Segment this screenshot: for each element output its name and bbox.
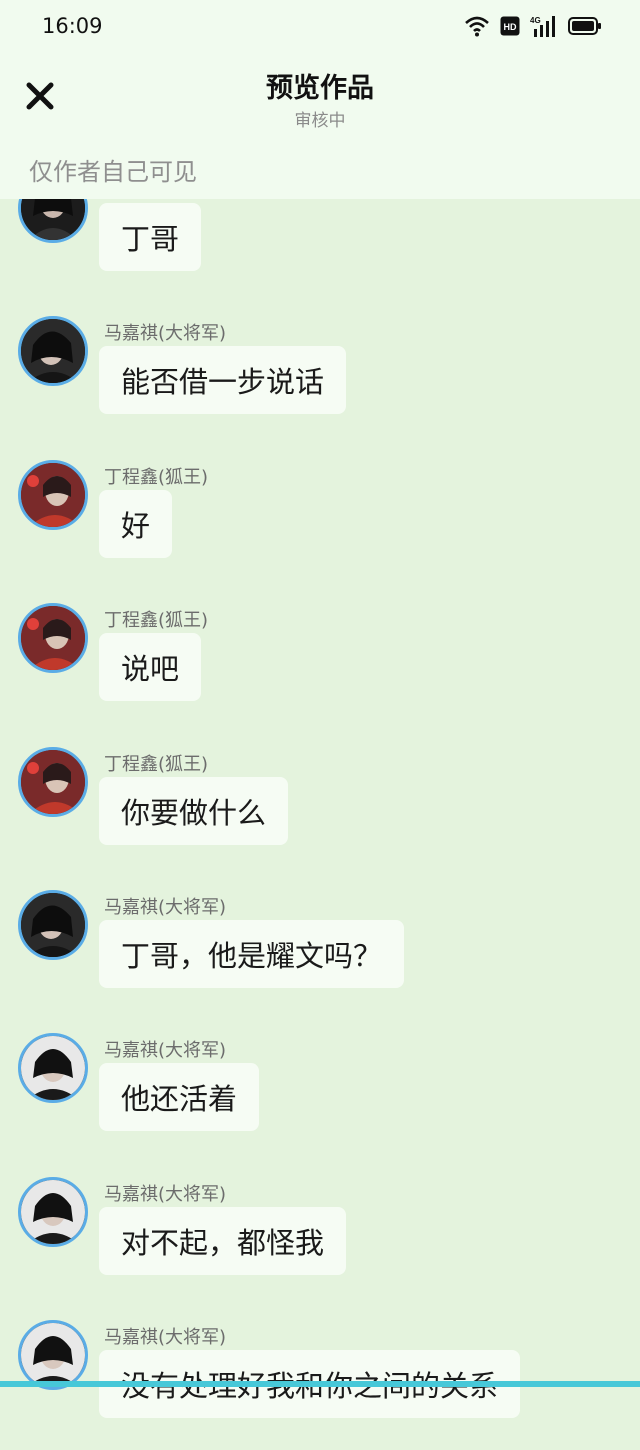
chat-message: 丁程鑫(狐王) 好 <box>0 460 640 590</box>
sender-name: 丁程鑫(狐王) <box>104 467 209 488</box>
svg-text:HD: HD <box>504 22 517 32</box>
avatar[interactable] <box>18 747 88 817</box>
chat-message: 丁程鑫(狐王) 你要做什么 <box>0 747 640 877</box>
sender-name: 马嘉祺(大将军) <box>104 897 227 918</box>
status-time: 16:09 <box>42 14 103 38</box>
message-bubble[interactable]: 好 <box>99 490 173 558</box>
message-bubble[interactable]: 丁哥 <box>99 203 202 271</box>
chat-message: 丁程鑫(狐王) 说吧 <box>0 603 640 733</box>
message-bubble[interactable]: 说吧 <box>99 633 202 701</box>
avatar[interactable] <box>18 1320 88 1390</box>
review-status: 审核中 <box>294 111 346 131</box>
wifi-icon <box>464 15 490 41</box>
message-bubble[interactable]: 你要做什么 <box>99 777 289 845</box>
chat-list[interactable]: 丁哥 马嘉祺(大将军) 能否借一步说话 丁程鑫(狐王) 好 丁程鑫(狐王) 说吧… <box>0 0 640 1418</box>
bottom-progress-line <box>0 1381 640 1387</box>
message-bubble[interactable]: 丁哥，他是耀文吗？ <box>99 920 405 988</box>
status-icons: HD 4G <box>464 14 602 42</box>
visibility-notice: 仅作者自己可见 <box>29 158 197 186</box>
message-bubble[interactable]: 能否借一步说话 <box>99 346 347 414</box>
hd-icon: HD <box>500 16 520 40</box>
chat-message: 马嘉祺(大将军) 能否借一步说话 <box>0 316 640 446</box>
page-title: 预览作品 <box>266 73 374 104</box>
sender-name: 马嘉祺(大将军) <box>104 1040 227 1061</box>
chat-message: 马嘉祺(大将军) 丁哥，他是耀文吗？ <box>0 890 640 1020</box>
avatar[interactable] <box>18 890 88 960</box>
chat-message: 马嘉祺(大将军) 他还活着 <box>0 1033 640 1163</box>
chat-message: 马嘉祺(大将军) 对不起，都怪我 <box>0 1177 640 1307</box>
avatar[interactable] <box>18 460 88 530</box>
avatar[interactable] <box>18 603 88 673</box>
signal-4g-icon: 4G <box>530 15 558 41</box>
avatar[interactable] <box>18 316 88 386</box>
sender-name: 丁程鑫(狐王) <box>104 754 209 775</box>
battery-icon <box>568 16 602 40</box>
avatar[interactable] <box>18 1177 88 1247</box>
top-bar: 16:09 HD 4G 预览作品 审核中 仅作者自己可见 <box>0 0 640 199</box>
avatar[interactable] <box>18 1033 88 1103</box>
message-bubble[interactable]: 他还活着 <box>99 1063 260 1131</box>
sender-name: 马嘉祺(大将军) <box>104 323 227 344</box>
message-bubble[interactable]: 对不起，都怪我 <box>99 1207 347 1275</box>
svg-text:4G: 4G <box>530 16 541 25</box>
sender-name: 马嘉祺(大将军) <box>104 1184 227 1205</box>
sender-name: 丁程鑫(狐王) <box>104 610 209 631</box>
sender-name: 马嘉祺(大将军) <box>104 1327 227 1348</box>
